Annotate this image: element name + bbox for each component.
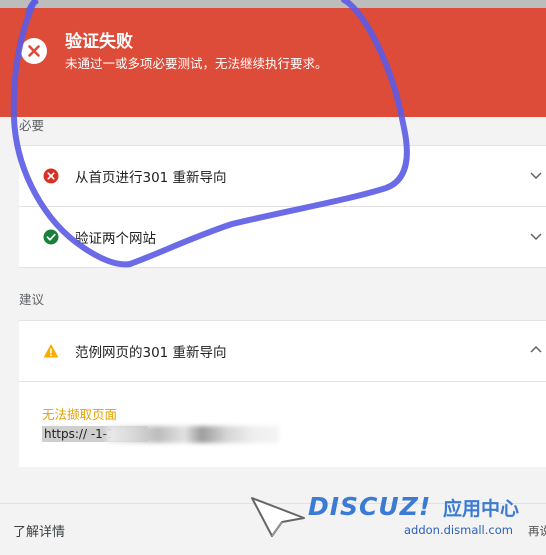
test-label: 范例网页的301 重新导向: [75, 345, 227, 361]
chevron-down-icon[interactable]: [529, 229, 543, 243]
required-tests-card: 从首页进行301 重新导向 验证两个网站: [19, 145, 546, 268]
window-top-strip: [0, 0, 546, 8]
discuz-watermark: DISCUZ! 应用中心 addon.dismall.com 再说: [250, 490, 546, 555]
suggested-tests-card: 范例网页的301 重新导向 无法撷取页面 https:// -1-1.html: [19, 320, 546, 467]
banner-title: 验证失败: [65, 32, 133, 52]
watermark-brand-cn: 应用中心: [443, 498, 520, 520]
test-row-homepage-redirect[interactable]: 从首页进行301 重新导向: [19, 146, 546, 207]
test-label: 从首页进行301 重新导向: [75, 170, 227, 186]
success-check-icon: [43, 229, 59, 245]
banner-subtitle: 未通过一或多项必要测试，无法继续执行要求。: [65, 56, 328, 71]
cursor-arrow-icon: [251, 497, 305, 537]
chevron-down-icon[interactable]: [529, 168, 543, 182]
watermark-tail: 再说: [528, 524, 546, 538]
error-icon: [43, 168, 59, 184]
fetch-error-title: 无法撷取页面: [42, 407, 118, 422]
section-label-required: 必要: [19, 118, 45, 133]
verification-failed-banner: 验证失败 未通过一或多项必要测试，无法继续执行要求。: [0, 8, 546, 117]
section-label-suggested: 建议: [19, 292, 45, 307]
redacted-url-blur: [107, 426, 279, 443]
test-row-sample-page-redirect[interactable]: 范例网页的301 重新导向: [19, 321, 546, 382]
watermark-site: addon.dismall.com: [404, 523, 513, 537]
warning-icon: [43, 344, 59, 358]
test-label: 验证两个网站: [75, 231, 156, 247]
chevron-up-icon[interactable]: [529, 343, 543, 357]
test-row-verify-sites[interactable]: 验证两个网站: [19, 207, 546, 268]
test-detail-panel: 无法撷取页面 https:// -1-1.html: [19, 382, 546, 467]
watermark-brand: DISCUZ!: [308, 492, 432, 521]
error-circle-icon: [21, 38, 47, 64]
learn-more-link[interactable]: 了解详情: [13, 521, 65, 540]
